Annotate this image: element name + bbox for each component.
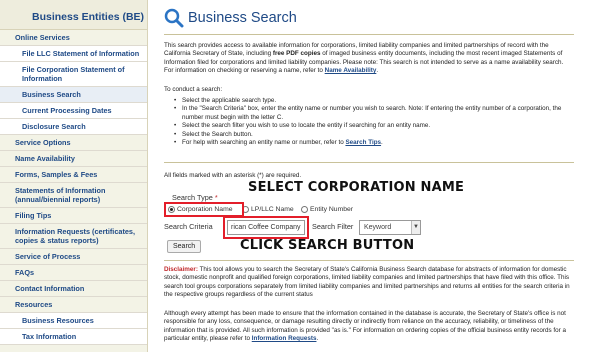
name-availability-link[interactable]: Name Availability: [325, 67, 377, 74]
page-header: Business Search: [164, 8, 297, 28]
accuracy-end: .: [316, 335, 319, 343]
step5-end: .: [381, 139, 383, 147]
radio-unselected-icon[interactable]: [301, 206, 308, 213]
disclaimer-paragraph: Disclaimer: This tool allows you to sear…: [164, 266, 574, 300]
sidebar-item-resources[interactable]: Resources: [0, 297, 147, 313]
sidebar-title: Business Entities (BE): [0, 0, 147, 30]
sidebar-list: Online Services File LLC Statement of Inf…: [0, 30, 147, 345]
form-divider-bottom: [164, 260, 574, 261]
radio-entity-number[interactable]: Entity Number: [301, 206, 353, 213]
step-item: Select the Search button.: [174, 131, 574, 140]
corporation-name-highlight: [164, 202, 244, 217]
accuracy-paragraph: Although every attempt has been made to …: [164, 310, 574, 344]
disclaimer-text: This tool allows you to search the Secre…: [164, 266, 570, 299]
radio-lp-llc-name[interactable]: LP/LLC Name: [242, 206, 294, 213]
sidebar-item-name-availability[interactable]: Name Availability: [0, 151, 147, 167]
search-steps-list: Select the applicable search type. In th…: [174, 97, 574, 148]
page-title: Business Search: [188, 10, 297, 26]
annotation-select-corporation: SELECT CORPORATION NAME: [248, 180, 465, 195]
sidebar-item-contact-information[interactable]: Contact Information: [0, 281, 147, 297]
search-criteria-label: Search Criteria: [164, 222, 213, 231]
to-conduct-heading: To conduct a search:: [164, 86, 223, 93]
form-divider-top: [164, 162, 574, 163]
sidebar-item-file-llc-statement-of-information[interactable]: File LLC Statement of Information: [0, 46, 147, 62]
step-item: In the "Search Criteria" box, enter the …: [174, 105, 574, 122]
required-star: *: [214, 193, 218, 202]
search-type-label: Search Type *: [172, 193, 218, 202]
intro-end: .: [376, 67, 379, 75]
title-divider: [164, 34, 574, 35]
sidebar-item-file-corporation-statement-of-information[interactable]: File Corporation Statement of Informatio…: [0, 62, 147, 87]
search-filter-value: Keyword: [364, 224, 392, 231]
radio-label: LP/LLC Name: [251, 206, 294, 213]
main-content: Business Search This search provides acc…: [158, 0, 582, 352]
chevron-down-icon[interactable]: ▼: [411, 221, 420, 234]
step5-text: For help with searching an entity name o…: [182, 139, 346, 147]
sidebar-item-forms-samples-fees[interactable]: Forms, Samples & Fees: [0, 167, 147, 183]
step-item: For help with searching an entity name o…: [174, 139, 574, 148]
step-item: Select the applicable search type.: [174, 97, 574, 106]
information-requests-link[interactable]: Information Requests: [252, 335, 317, 342]
search-button[interactable]: Search: [167, 240, 202, 253]
accuracy-text: Although every attempt has been made to …: [164, 310, 566, 343]
intro-paragraph: This search provides access to available…: [164, 42, 574, 76]
search-magnifier-icon: [164, 8, 184, 28]
sidebar-item-disclosure-search[interactable]: Disclosure Search: [0, 119, 147, 135]
annotation-click-search: CLICK SEARCH BUTTON: [240, 238, 415, 253]
search-filter-label: Search Filter: [312, 222, 354, 231]
sidebar-item-current-processing-dates[interactable]: Current Processing Dates: [0, 103, 147, 119]
step-item: Select the search filter you wish to use…: [174, 122, 574, 131]
disclaimer-label: Disclaimer:: [164, 266, 198, 273]
sidebar-item-faqs[interactable]: FAQs: [0, 265, 147, 281]
sidebar-item-business-search[interactable]: Business Search: [0, 87, 147, 103]
sidebar-item-service-options[interactable]: Service Options: [0, 135, 147, 151]
sidebar-item-tax-information[interactable]: Tax Information: [0, 329, 147, 345]
search-type-label-text: Search Type: [172, 193, 213, 202]
sidebar-item-online-services[interactable]: Online Services: [0, 30, 147, 46]
sidebar-item-business-resources[interactable]: Business Resources: [0, 313, 147, 329]
radio-label: Entity Number: [310, 206, 354, 213]
sidebar: Business Entities (BE) Online Services Fi…: [0, 0, 148, 352]
sidebar-item-information-requests-certificates-copies-status-reports[interactable]: Information Requests (certificates, copi…: [0, 224, 147, 249]
intro-bold: free PDF copies: [272, 50, 321, 58]
search-tips-link[interactable]: Search Tips: [345, 139, 381, 146]
sidebar-item-filing-tips[interactable]: Filing Tips: [0, 208, 147, 224]
sidebar-item-service-of-process[interactable]: Service of Process: [0, 249, 147, 265]
sidebar-item-statements-of-information-annual-biennial-reports[interactable]: Statements of Information (annual/bienni…: [0, 183, 147, 208]
search-criteria-input[interactable]: rican Coffee Company: [227, 220, 305, 235]
search-filter-select[interactable]: Keyword ▼: [359, 220, 421, 235]
